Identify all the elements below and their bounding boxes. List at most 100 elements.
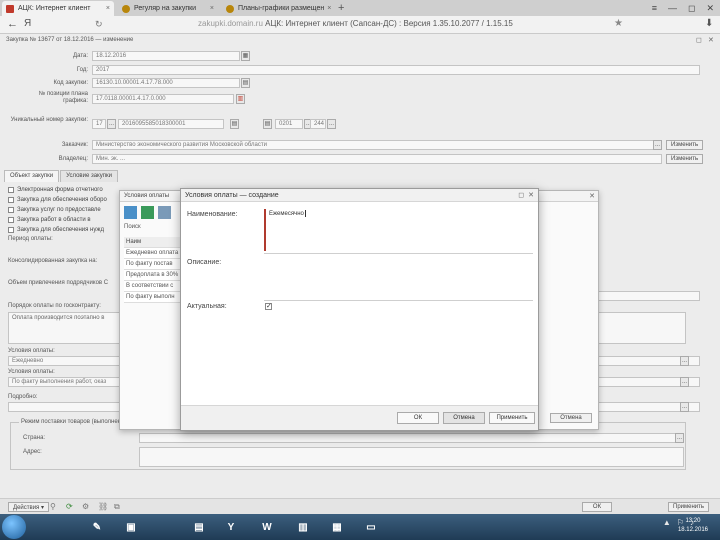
pencil-icon[interactable]: ✎ <box>84 517 110 537</box>
show-hidden-icons-icon[interactable]: ▲ <box>663 518 671 527</box>
checkbox-box[interactable] <box>8 217 14 223</box>
close-icon[interactable]: ✕ <box>708 36 714 44</box>
pdf-icon[interactable]: ▥ <box>236 94 245 104</box>
maximize-icon[interactable]: ◻ <box>518 191 524 199</box>
checkbox-box[interactable] <box>8 227 14 233</box>
checkbox-box[interactable] <box>8 197 14 203</box>
list-cancel-button[interactable]: Отмена <box>550 413 592 423</box>
more-button[interactable]: ... <box>680 402 689 412</box>
archive-icon[interactable]: ▦ <box>324 517 350 537</box>
pdf-reader-icon[interactable]: ▥ <box>290 517 316 537</box>
browser-tab-label: АЦК: Интернет клиент <box>18 5 91 12</box>
checkbox-services[interactable]: Закупка услуг по предоставле <box>8 207 101 213</box>
more-button[interactable]: ... <box>327 119 336 129</box>
country-label: Страна: <box>23 435 46 441</box>
purchase-code-field[interactable]: 16130.10.00001.4.17.78.000 <box>92 78 240 88</box>
link-icon[interactable]: ⛓ <box>98 502 108 511</box>
change-owner-button[interactable]: Изменить <box>666 154 704 164</box>
checkbox-needs[interactable]: Закупка для обеспечения нужд <box>8 227 104 233</box>
more-button[interactable]: ... <box>107 119 116 129</box>
calendar-icon[interactable]: ▦ <box>241 51 250 61</box>
footer-apply-button[interactable]: Применить <box>668 502 710 512</box>
checkbox-works[interactable]: Закупка работ в области в <box>8 217 91 223</box>
checkbox-electronic-form[interactable]: Электронная форма отчетного <box>8 187 103 193</box>
list-item[interactable]: По факту постав <box>124 259 182 270</box>
close-icon[interactable]: ✕ <box>528 191 534 199</box>
copy-icon[interactable]: ⧉ <box>114 502 120 512</box>
name-input[interactable]: Ежемесячно <box>264 209 533 254</box>
cancel-button[interactable]: Отмена <box>443 412 485 424</box>
browser-tab[interactable]: Планы-графики размещен × <box>222 1 334 16</box>
refresh-icon[interactable]: ⟳ <box>66 502 73 511</box>
close-icon[interactable]: ✕ <box>589 192 595 200</box>
browser-tab[interactable]: Регуляр на закупки × <box>118 1 218 16</box>
folder-icon[interactable]: ▣ <box>118 517 144 537</box>
registry-number-part-2[interactable]: 2016095585018300001 <box>118 119 224 129</box>
more-button[interactable]: ... <box>680 377 689 387</box>
close-icon[interactable]: × <box>103 5 110 12</box>
tool-icon[interactable]: ⚙ <box>82 502 89 511</box>
description-input[interactable] <box>264 259 533 301</box>
footer-ok-button[interactable]: ОК <box>582 502 612 512</box>
ok-button[interactable]: ОК <box>397 412 439 424</box>
bookmark-star-icon[interactable]: ★ <box>614 18 623 29</box>
maximize-icon[interactable]: ◻ <box>688 2 695 14</box>
search-icon[interactable]: ⚲ <box>50 502 56 511</box>
list-item[interactable]: Предоплата в 30% <box>124 270 182 281</box>
minimize-icon[interactable]: — <box>668 2 677 14</box>
document-icon[interactable]: ▤ <box>263 119 272 129</box>
checkbox-box[interactable] <box>8 207 14 213</box>
yandex-logo-icon[interactable]: Я <box>24 18 31 29</box>
year-field[interactable]: 2017 <box>92 65 700 75</box>
document-icon[interactable]: ▤ <box>241 78 250 88</box>
list-item[interactable]: По факту выполн <box>124 292 182 303</box>
back-arrow-icon[interactable]: ← <box>7 18 18 30</box>
list-item[interactable]: Ежедневно оплата <box>124 248 182 259</box>
apply-button[interactable]: Применить <box>489 412 535 424</box>
address-field[interactable] <box>139 447 684 467</box>
tab-purchase-conditions[interactable]: Условие закупки <box>60 170 118 182</box>
list-item[interactable]: В соответствии с <box>124 281 182 292</box>
clock[interactable]: 13:20 18.12.2016 <box>678 517 708 535</box>
registry-number-part-3[interactable]: 0201 <box>275 119 303 129</box>
more-button[interactable]: ... <box>680 356 689 366</box>
monitor-icon[interactable]: ▭ <box>358 517 384 537</box>
customer-field[interactable]: Министерство экономического развития Мос… <box>92 140 662 150</box>
tab-purchase-object[interactable]: Объект закупки <box>4 170 60 182</box>
document-title: Закупка № 13677 от 18.12.2016 — изменени… <box>6 37 134 43</box>
actions-dropdown[interactable]: Действия ▾ <box>8 502 49 512</box>
refresh-icon[interactable] <box>158 206 171 219</box>
start-button[interactable] <box>2 515 26 539</box>
registry-number-part-1[interactable]: 17 <box>92 119 106 129</box>
date-field[interactable]: 18.12.2016 <box>92 51 240 61</box>
browser-tab-active[interactable]: АЦК: Интернет клиент × <box>2 1 114 16</box>
list-column-header[interactable]: Наим <box>124 237 182 248</box>
change-customer-button[interactable]: Изменить <box>666 140 704 150</box>
add-icon[interactable] <box>124 206 137 219</box>
checkbox-defense[interactable]: Закупка для обеспечения оборо <box>8 197 107 203</box>
edit-icon[interactable] <box>141 206 154 219</box>
more-button[interactable]: ... <box>675 433 684 443</box>
reload-icon[interactable]: ↻ <box>95 19 103 30</box>
yandex-browser-icon[interactable]: Y <box>220 517 242 537</box>
active-checkbox[interactable]: ✓ <box>265 303 272 310</box>
explorer-icon[interactable]: ▤ <box>186 517 212 537</box>
menu-icon[interactable]: ≡ <box>652 2 657 14</box>
address-bar[interactable]: zakupki.domain.ru АЦК: Интернет клиент (… <box>198 19 513 28</box>
close-window-icon[interactable]: ✕ <box>706 2 714 14</box>
plan-position-field[interactable]: 17.0118.00001.4.17.0.000 <box>92 94 234 104</box>
close-icon[interactable]: × <box>324 5 331 12</box>
close-icon[interactable]: × <box>207 5 214 12</box>
new-tab-button[interactable]: + <box>338 2 344 14</box>
owner-field[interactable]: Мин. эк. ... <box>92 154 662 164</box>
taskbar-glyph: ▥ <box>298 521 308 533</box>
document-icon[interactable]: ▤ <box>230 119 239 129</box>
checkbox-box[interactable] <box>8 187 14 193</box>
registry-number-part-4[interactable]: 244 <box>310 119 326 129</box>
country-field[interactable] <box>139 433 684 443</box>
more-button[interactable]: ... <box>653 140 662 150</box>
word-icon[interactable]: W <box>254 517 280 537</box>
download-icon[interactable]: ⬇ <box>705 18 713 29</box>
maximize-icon[interactable]: ◻ <box>696 36 702 44</box>
active-label: Актуальная: <box>187 303 227 310</box>
